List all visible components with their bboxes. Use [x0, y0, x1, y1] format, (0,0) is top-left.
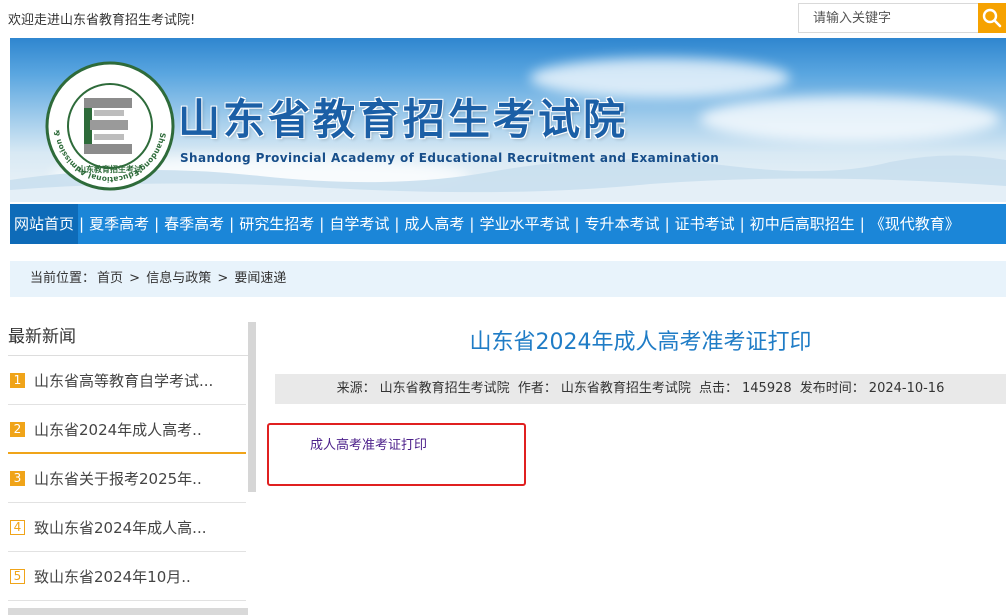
welcome-text: 欢迎走进山东省教育招生考试院!: [8, 13, 196, 28]
rank-badge: 1: [10, 373, 25, 388]
highlight-box: [267, 423, 526, 486]
rank-badge: 3: [10, 471, 25, 486]
breadcrumb-item-news[interactable]: 要闻速递: [234, 271, 286, 286]
breadcrumb-item-policy[interactable]: 信息与政策: [146, 271, 211, 286]
news-list-item[interactable]: 5 致山东省2024年10月..: [8, 552, 246, 601]
news-list-item[interactable]: 2 山东省2024年成人高考..: [8, 405, 246, 454]
nav-separator: |: [664, 215, 670, 233]
news-title[interactable]: 山东省高等教育自学考试...: [34, 370, 213, 391]
search-button[interactable]: [978, 3, 1006, 33]
news-list-item[interactable]: 1 山东省高等教育自学考试...: [8, 356, 246, 405]
nav-item[interactable]: 研究生招考: [235, 204, 318, 244]
article-meta: 来源： 山东省教育招生考试院 作者： 山东省教育招生考试院 点击： 145928 发布…: [275, 374, 1006, 404]
clicks-value: 145928: [742, 381, 792, 396]
search-icon: [982, 8, 1002, 28]
nav-item[interactable]: 春季高考: [160, 204, 228, 244]
date-value: 2024-10-16: [868, 381, 945, 396]
breadcrumb-prefix: 当前位置：: [30, 271, 96, 286]
nav-item[interactable]: 初中后高职招生: [746, 204, 859, 244]
news-list-item[interactable]: 4 致山东省2024年成人高...: [8, 503, 246, 552]
nav-item[interactable]: 夏季高考: [85, 204, 153, 244]
news-title[interactable]: 山东省2024年成人高考..: [34, 419, 202, 440]
nav-item[interactable]: 《现代教育》: [866, 204, 964, 244]
nav-separator: |: [79, 215, 85, 233]
header-banner: Shandong Educational Admission & Examina…: [10, 38, 1006, 202]
nav-separator: |: [739, 215, 745, 233]
site-title: 山东省教育招生考试院: [178, 95, 629, 144]
main-nav: 网站首页 | 夏季高考 | 春季高考 | 研究生招考 | 自学考试 | 成人高考 | 学业水平考试 | 专升…: [10, 204, 1006, 244]
nav-item[interactable]: 网站首页: [10, 204, 79, 244]
news-title[interactable]: 致山东省2024年10月..: [34, 566, 191, 587]
nav-item[interactable]: 学业水平考试: [475, 204, 573, 244]
rank-badge: 4: [10, 520, 25, 535]
nav-separator: |: [574, 215, 580, 233]
clicks-label: 点击：: [698, 381, 738, 396]
sidebar-heading: 最新新闻: [8, 327, 76, 347]
sidebar-footer-bar: [8, 608, 248, 615]
article-title: 山东省2024年成人高考准考证打印: [469, 330, 812, 355]
rank-badge: 2: [10, 422, 25, 437]
nav-item[interactable]: 证书考试: [671, 204, 739, 244]
breadcrumb-separator: >: [129, 271, 141, 286]
news-title[interactable]: 致山东省2024年成人高...: [34, 517, 206, 538]
nav-item[interactable]: 自学考试: [325, 204, 393, 244]
nav-separator: |: [859, 215, 865, 233]
source-value: 山东省教育招生考试院: [379, 381, 510, 396]
nav-item[interactable]: 成人高考: [400, 204, 468, 244]
source-label: 来源：: [336, 381, 376, 396]
breadcrumb-item-home[interactable]: 首页: [97, 271, 123, 286]
author-label: 作者：: [517, 381, 557, 396]
news-title[interactable]: 山东省关于报考2025年..: [34, 468, 202, 489]
institution-logo: Shandong Educational Admission & Examina…: [44, 60, 175, 191]
rank-badge: 5: [10, 569, 25, 584]
date-label: 发布时间：: [799, 381, 865, 396]
author-value: 山东省教育招生考试院: [560, 381, 691, 396]
admission-ticket-print-link[interactable]: 成人高考准考证打印: [310, 434, 427, 453]
nav-separator: |: [229, 215, 235, 233]
sidebar-scrollbar[interactable]: [248, 322, 256, 492]
logo-bottom-text: 山东教育招生考试: [78, 164, 142, 174]
search-input[interactable]: [798, 3, 980, 33]
nav-separator: |: [319, 215, 325, 233]
news-list-item[interactable]: 3 山东省关于报考2025年..: [8, 454, 246, 503]
breadcrumb: 当前位置： 首页 > 信息与政策 > 要闻速递: [10, 261, 1006, 297]
top-bar: 欢迎走进山东省教育招生考试院!: [0, 0, 1006, 36]
breadcrumb-separator: >: [217, 271, 229, 286]
nav-separator: |: [154, 215, 160, 233]
search-box: [798, 3, 1006, 33]
site-subtitle: Shandong Provincial Academy of Education…: [180, 151, 720, 165]
nav-separator: |: [394, 215, 400, 233]
item-divider: [8, 600, 246, 601]
nav-separator: |: [469, 215, 475, 233]
nav-item[interactable]: 专升本考试: [581, 204, 664, 244]
